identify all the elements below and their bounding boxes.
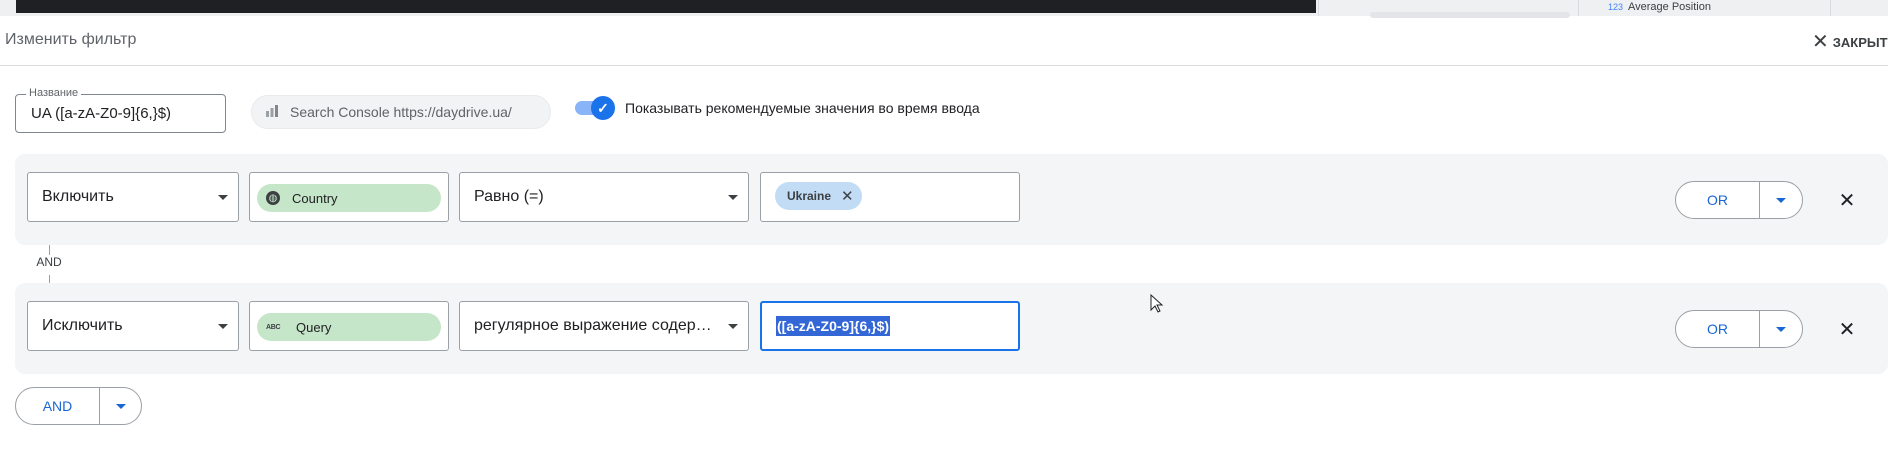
close-label: ЗАКРЫТЬ (1832, 34, 1888, 50)
filter-name-label: Название (26, 87, 82, 99)
dropdown-arrow-icon (115, 403, 126, 409)
dropdown-arrow-icon (1776, 197, 1786, 203)
or-button[interactable]: OR (1676, 311, 1760, 347)
or-button-group: OR (1675, 181, 1803, 219)
filter-name-value: UA ([a-zA-Z0-9]{6,}$) (31, 105, 172, 122)
search-console-icon (264, 103, 280, 122)
operator-value: Равно (=) (474, 188, 544, 205)
or-button-group: OR (1675, 310, 1803, 348)
dialog-header: Изменить фильтр ✕ ЗАКРЫТЬ (0, 18, 1888, 66)
include-exclude-select[interactable]: Включить (27, 172, 239, 222)
dropdown-arrow-icon (1776, 326, 1786, 332)
include-exclude-value: Исключить (42, 317, 123, 334)
dimension-label: Country (292, 190, 338, 206)
remove-chip-icon[interactable]: ✕ (841, 187, 854, 205)
condition-row: Включить ◍ Country Равно (=) Ukraine ✕ O… (15, 154, 1888, 245)
or-dropdown-button[interactable] (1760, 311, 1802, 347)
delete-condition-button[interactable]: ✕ (1832, 314, 1862, 344)
value-chip-label: Ukraine (787, 189, 832, 203)
dimension-field[interactable]: ABC Query (249, 301, 449, 351)
data-source-chip: Search Console https://daydrive.ua/ (251, 95, 551, 129)
connector-line (49, 275, 50, 283)
dimension-label: Query (296, 319, 332, 335)
close-button[interactable]: ✕ ЗАКРЫТЬ (1812, 30, 1888, 54)
filter-name-field[interactable]: Название UA ([a-zA-Z0-9]{6,}$) (15, 87, 226, 133)
background-divider (1578, 0, 1579, 16)
metric-index: 123 (1608, 2, 1624, 12)
or-button[interactable]: OR (1676, 182, 1760, 218)
include-exclude-select[interactable]: Исключить (27, 301, 239, 351)
background-divider (1830, 0, 1831, 16)
dimension-chip[interactable]: ABC Query (257, 313, 441, 341)
operator-value: регулярное выражение содержит (474, 317, 714, 334)
dropdown-arrow-icon (728, 195, 738, 200)
dropdown-arrow-icon (728, 324, 738, 329)
dropdown-arrow-icon (218, 195, 228, 200)
suggestions-toggle-label: Показывать рекомендуемые значения во вре… (625, 100, 980, 116)
data-source-label: Search Console https://daydrive.ua/ (290, 104, 512, 120)
include-exclude-value: Включить (42, 188, 114, 205)
check-icon: ✓ (591, 96, 615, 120)
delete-condition-button[interactable]: ✕ (1832, 185, 1862, 215)
value-field[interactable]: Ukraine ✕ (760, 172, 1020, 222)
add-and-button-group: AND (15, 387, 142, 425)
suggestions-toggle[interactable]: ✓ Показывать рекомендуемые значения во в… (575, 96, 980, 120)
mouse-cursor-icon (1150, 293, 1164, 319)
value-chip[interactable]: Ukraine ✕ (775, 182, 862, 210)
operator-select[interactable]: Равно (=) (459, 172, 749, 222)
or-dropdown-button[interactable] (1760, 182, 1802, 218)
value-input[interactable]: ([a-zA-Z0-9]{6,}$) (760, 301, 1020, 351)
operator-select[interactable]: регулярное выражение содержит (459, 301, 749, 351)
dimension-field[interactable]: ◍ Country (249, 172, 449, 222)
and-connector: AND (34, 245, 64, 283)
dialog-title: Изменить фильтр (5, 31, 137, 48)
close-icon: ✕ (1838, 318, 1856, 341)
background-report-area (16, 0, 1316, 13)
close-icon: ✕ (1812, 31, 1829, 53)
dropdown-arrow-icon (218, 324, 228, 329)
globe-icon: ◍ (266, 191, 280, 205)
close-icon: ✕ (1838, 189, 1856, 212)
condition-row: Исключить ABC Query регулярное выражение… (15, 283, 1888, 374)
connector-line (49, 245, 50, 255)
metric-label: Average Position (1628, 1, 1711, 13)
connector-label: AND (36, 255, 62, 269)
dimension-chip[interactable]: ◍ Country (257, 184, 441, 212)
add-and-dropdown-button[interactable] (100, 388, 141, 424)
value-input-text: ([a-zA-Z0-9]{6,}$) (776, 316, 891, 336)
text-abc-icon: ABC (266, 323, 281, 331)
toggle-switch[interactable]: ✓ (575, 96, 615, 120)
add-and-button[interactable]: AND (16, 388, 100, 424)
